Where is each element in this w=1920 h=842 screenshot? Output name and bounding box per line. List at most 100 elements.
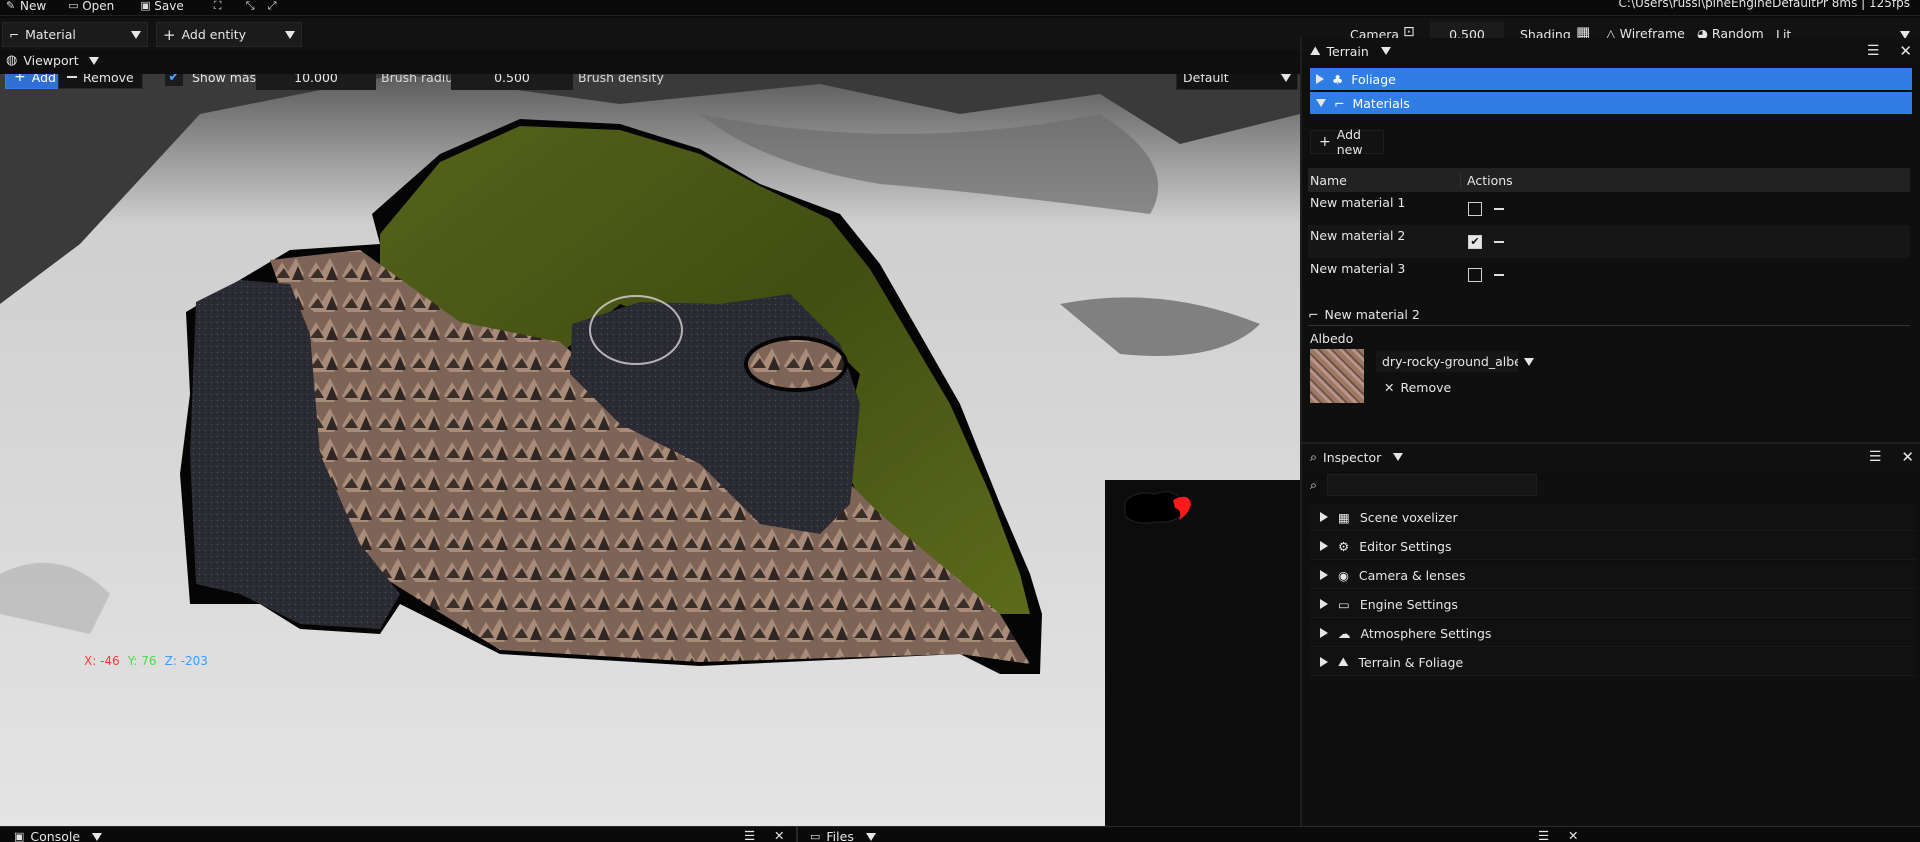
albedo-file-dropdown[interactable]: dry-rocky-ground_albed [1376,351,1534,372]
mountain-icon: ⛰ [1338,654,1349,669]
inspector-search-input[interactable] [1327,474,1538,496]
new-menu-label: New [20,0,47,13]
coord-x: X: -46 [84,654,120,668]
close-icon[interactable]: ✕ [1568,828,1578,842]
table-row[interactable]: New material 1 [1308,192,1910,225]
scene-viewport[interactable]: + Add Remove ✔ Show mask 10.000 Brush ra… [0,74,1300,826]
add-brush-label: Add [31,74,56,85]
preview-image [1124,491,1191,524]
fullscreen-button[interactable]: ⛶ [208,0,230,14]
new-menu-button[interactable]: ✎ New [0,0,52,14]
caret-right-icon [1320,628,1328,638]
shrink-button[interactable]: ⤢ [262,0,284,14]
column-name: Name [1310,172,1347,188]
selected-material-title: New material 2 [1324,307,1420,322]
close-icon[interactable]: ✕ [1901,448,1914,466]
add-material-button[interactable]: + Add new [1310,127,1384,157]
add-brush-button[interactable]: + Add [5,74,65,89]
inspector-item-scene-voxelizer[interactable]: ▦ Scene voxelizer [1310,504,1916,531]
folder-icon: ▭ [810,830,821,842]
inspector-item-atmosphere-settings[interactable]: ☁ Atmosphere Settings [1310,620,1916,647]
expand-icon: ⤡ [245,0,255,12]
checkmark-icon: ✔ [164,74,184,87]
coord-y: Y: 76 [127,654,157,668]
caret-right-icon [1320,570,1328,580]
bottom-tab-bar: ▣ Console ☰ ✕ ▭ Files ☰ ✕ [0,826,1920,842]
albedo-label: Albedo [1310,331,1354,346]
remove-material-icon[interactable] [1494,273,1504,276]
caret-right-icon [1320,541,1328,551]
brush-mode-value: Default [1183,74,1229,85]
menu-bar: ✎ New ▭ Open ▣ Save ⛶ ⤡ ⤢ C:\Users\russi… [0,0,1920,16]
materials-tree-item[interactable]: ⌐ Materials [1310,92,1912,114]
panel-menu-icon[interactable]: ☰ [1538,828,1549,842]
table-row[interactable]: New material 2 ✔ [1308,225,1910,258]
cursor-coordinates: X: -46 Y: 76 Z: -203 [84,654,208,668]
inspector-item-label: Terrain & Foliage [1358,654,1464,670]
console-tab[interactable]: ▣ Console [14,829,103,842]
albedo-remove-label: Remove [1400,380,1452,395]
open-menu-button[interactable]: ▭ Open [62,0,120,14]
show-mask-toggle[interactable]: ✔ Show mask [164,74,263,89]
close-icon[interactable]: ✕ [1899,42,1912,60]
search-icon: ⌕ [1310,449,1318,464]
albedo-slot: dry-rocky-ground_albed ✕ Remove [1310,349,1920,403]
brush-density-label: Brush density [578,74,664,85]
panel-menu-icon[interactable]: ☰ [744,828,755,842]
brush-density-input[interactable]: 0.500 [451,74,573,90]
material-dropdown-label: Material [25,27,76,42]
inspector-item-terrain-foliage[interactable]: ⛰ Terrain & Foliage [1310,649,1916,676]
expand-button[interactable]: ⤡ [240,0,262,14]
brush-radius-input[interactable]: 10.000 [256,74,376,90]
table-header: Name Actions [1308,168,1910,192]
material-dropdown[interactable]: ⌐ Material [2,22,148,47]
panel-menu-icon[interactable]: ☰ [1867,43,1880,59]
close-icon: ✕ [1384,380,1395,395]
material-select-checkbox[interactable] [1468,201,1482,216]
caret-right-icon [1316,74,1324,84]
material-name: New material 1 [1310,195,1406,210]
console-tab-label: Console [30,829,81,842]
material-select-checkbox[interactable] [1468,267,1482,282]
terminal-icon: ▣ [14,830,25,842]
albedo-thumbnail[interactable] [1310,349,1364,403]
inspector-item-label: Atmosphere Settings [1360,625,1492,641]
search-icon: ⌕ [1310,477,1318,492]
viewport-tab[interactable]: ◍ Viewport [6,53,99,68]
chevron-down-icon[interactable] [1393,453,1404,461]
remove-brush-button[interactable]: Remove [58,74,143,89]
trees-icon: ♣ [1332,71,1344,87]
inspector-item-label: Editor Settings [1359,538,1452,554]
add-entity-dropdown[interactable]: + Add entity [156,22,302,47]
brush-icon: ⌐ [1308,307,1319,322]
brush-icon: ⌐ [9,27,20,42]
divider [796,827,798,842]
status-text: C:\Users\russi\pineEngineDefaultPr 8ms |… [1618,0,1910,10]
inspector-item-engine-settings[interactable]: ▭ Engine Settings [1310,591,1916,618]
files-tab[interactable]: ▭ Files [810,829,876,842]
remove-material-icon[interactable] [1494,240,1504,243]
inspector-item-editor-settings[interactable]: ⚙ Editor Settings [1310,533,1916,560]
material-select-checkbox[interactable]: ✔ [1468,234,1482,249]
panel-menu-icon[interactable]: ☰ [1869,449,1882,465]
save-menu-button[interactable]: ▣ Save [134,0,189,14]
close-icon[interactable]: ✕ [774,828,784,842]
chevron-down-icon [285,30,295,39]
show-mask-label: Show mask [192,74,264,85]
table-row[interactable]: New material 3 [1308,258,1910,291]
brush-mode-dropdown[interactable]: Default [1176,74,1298,90]
inspector-item-camera-lenses[interactable]: ◉ Camera & lenses [1310,562,1916,589]
minus-icon [67,76,77,78]
inspector-title[interactable]: Inspector [1323,450,1381,465]
chevron-down-icon [1524,357,1534,366]
foliage-tree-item[interactable]: ♣ Foliage [1310,68,1912,90]
save-icon: ▣ [140,0,151,12]
terrain-panel-header: ⛰ Terrain ☰ ✕ [1302,38,1920,64]
new-file-icon: ✎ [6,0,16,12]
monitor-icon: ▭ [1338,596,1350,612]
remove-material-icon[interactable] [1494,207,1504,210]
albedo-remove-button[interactable]: ✕ Remove [1384,380,1534,395]
plus-icon: + [14,74,26,85]
terrain-panel-title[interactable]: Terrain [1327,44,1369,59]
chevron-down-icon[interactable] [1380,47,1391,55]
